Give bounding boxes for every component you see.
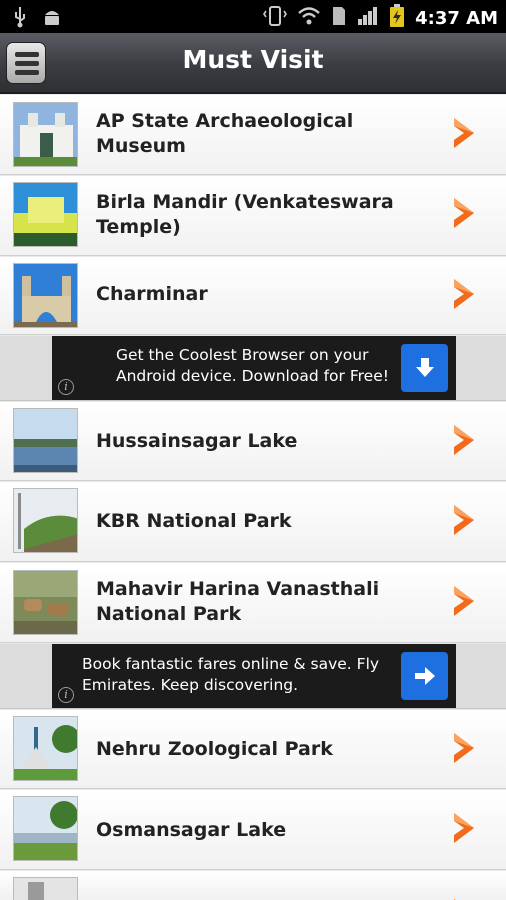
place-thumbnail <box>13 716 78 781</box>
ad-text: Book fantastic fares online & save. Fly … <box>82 655 380 694</box>
place-label: AP State Archaeological Museum <box>96 110 354 157</box>
list-item[interactable]: Osmansagar Lake <box>0 790 506 870</box>
list-item[interactable]: Mahavir Harina Vanasthali National Park <box>0 563 506 643</box>
place-label: KBR National Park <box>96 509 292 532</box>
place-thumbnail <box>13 102 78 167</box>
sd-card-icon <box>331 5 347 31</box>
place-label: Nehru Zoological Park <box>96 737 333 760</box>
vibrate-icon <box>263 5 288 31</box>
chevron-right-icon <box>450 811 478 849</box>
chevron-right-icon <box>450 891 478 900</box>
page-title: Must Visit <box>182 45 324 74</box>
right-arrow-icon <box>414 667 435 685</box>
place-thumbnail <box>13 182 78 247</box>
usb-icon <box>12 6 28 32</box>
chevron-right-icon <box>450 731 478 769</box>
chevron-right-icon <box>450 584 478 622</box>
list-item[interactable]: AP State Archaeological Museum <box>0 95 506 175</box>
list-item[interactable] <box>0 871 506 900</box>
battery-charging-icon <box>389 4 405 32</box>
ad-info-icon[interactable]: i <box>58 687 74 703</box>
android-debug-icon <box>42 6 62 32</box>
wifi-icon <box>297 5 321 31</box>
chevron-right-icon <box>450 277 478 315</box>
status-time: 4:37 AM <box>415 7 498 29</box>
place-thumbnail <box>13 877 78 900</box>
chevron-right-icon <box>450 116 478 154</box>
list-item[interactable]: Hussainsagar Lake <box>0 402 506 481</box>
ad-banner: Get the Coolest Browser on your Android … <box>0 336 506 401</box>
list-item[interactable]: Birla Mandir (Venkateswara Temple) <box>0 176 506 256</box>
ad-go-button[interactable] <box>401 652 448 700</box>
place-thumbnail <box>13 263 78 328</box>
ad-banner: Book fantastic fares online & save. Fly … <box>0 644 506 709</box>
ad-info-icon[interactable]: i <box>58 379 74 395</box>
chevron-right-icon <box>450 196 478 234</box>
status-bar: 4:37 AM <box>0 0 506 33</box>
place-thumbnail <box>13 796 78 861</box>
place-thumbnail <box>13 488 78 553</box>
title-bar: Must Visit <box>0 33 506 94</box>
chevron-right-icon <box>450 503 478 541</box>
ad-text: Get the Coolest Browser on your Android … <box>116 346 389 385</box>
signal-icon <box>357 5 379 31</box>
place-thumbnail <box>13 408 78 473</box>
ad[interactable]: Book fantastic fares online & save. Fly … <box>52 644 456 708</box>
place-label: Osmansagar Lake <box>96 818 287 841</box>
place-label: Mahavir Harina Vanasthali National Park <box>96 578 380 625</box>
place-label: Hussainsagar Lake <box>96 429 298 452</box>
place-label: Charminar <box>96 282 208 305</box>
list-item[interactable]: Charminar <box>0 257 506 335</box>
list-item[interactable]: KBR National Park <box>0 482 506 562</box>
place-label: Birla Mandir (Venkateswara Temple) <box>96 191 394 238</box>
ad-download-button[interactable] <box>401 344 448 392</box>
list-item[interactable]: Nehru Zoological Park <box>0 710 506 789</box>
place-thumbnail <box>13 570 78 635</box>
ad[interactable]: Get the Coolest Browser on your Android … <box>52 336 456 400</box>
download-arrow-icon <box>415 358 434 377</box>
chevron-right-icon <box>450 423 478 461</box>
